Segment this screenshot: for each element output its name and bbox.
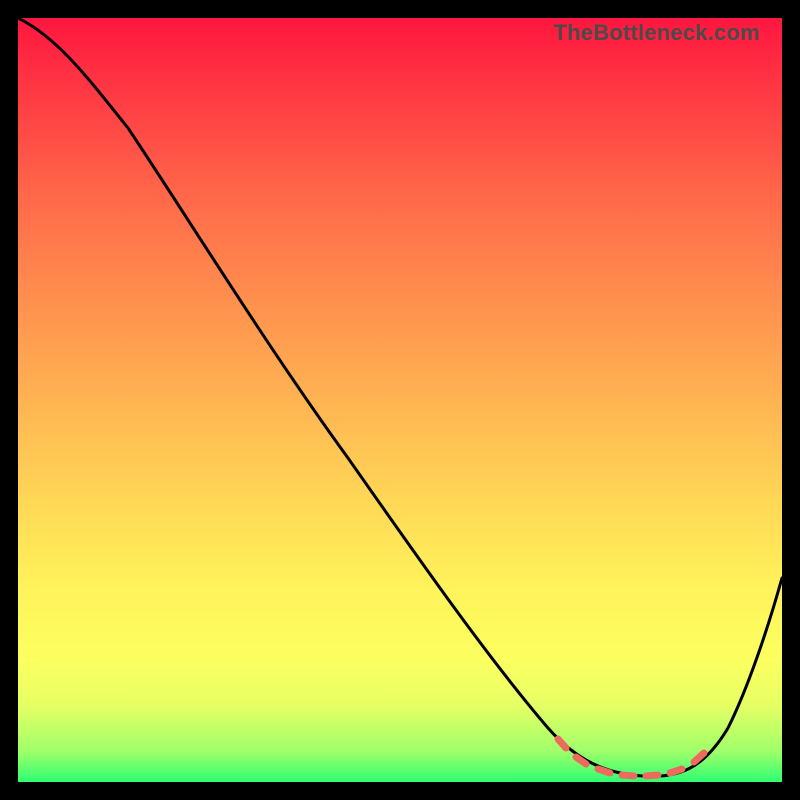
chart-svg <box>18 18 782 782</box>
brand-watermark: TheBottleneck.com <box>554 20 760 46</box>
optimal-band <box>558 739 704 776</box>
bottleneck-curve <box>18 18 782 776</box>
chart-frame: TheBottleneck.com <box>18 18 782 782</box>
